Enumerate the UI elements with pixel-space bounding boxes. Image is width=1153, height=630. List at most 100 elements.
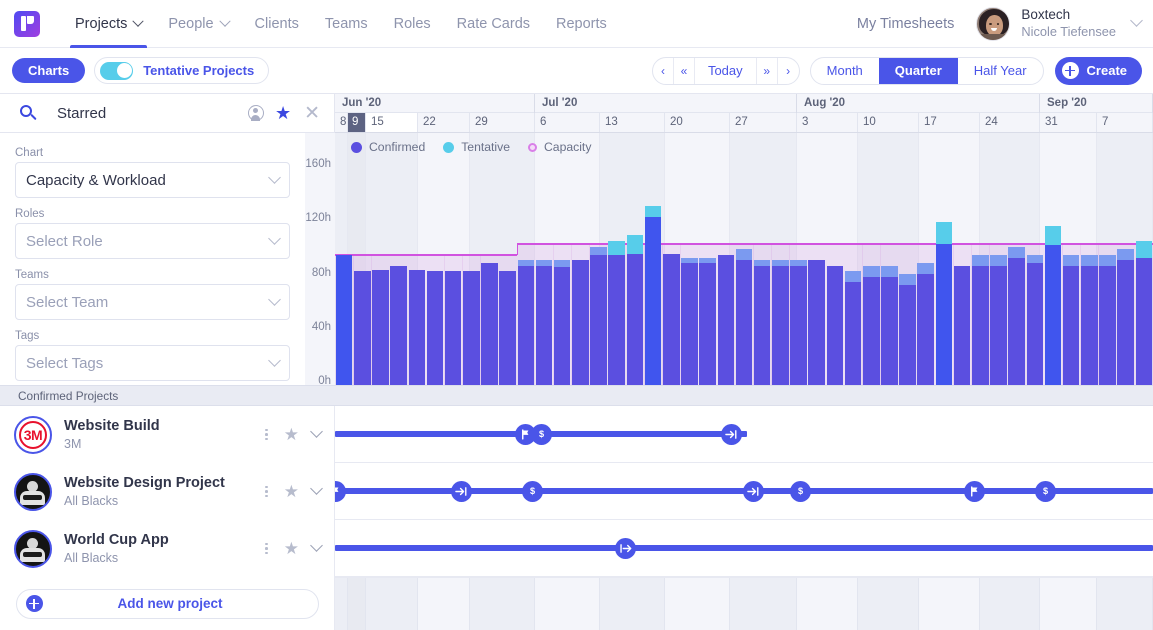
zoom-option-month[interactable]: Month <box>811 58 879 84</box>
add-new-project-button[interactable]: Add new project <box>15 588 319 619</box>
chart-bar[interactable] <box>808 133 825 385</box>
table-row[interactable]: 3M Website Build 3M ★ $ <box>0 406 1153 463</box>
chart-bar[interactable] <box>826 133 844 385</box>
search-input[interactable]: Starred <box>57 105 106 122</box>
chart-bar[interactable] <box>444 133 462 385</box>
prev-fast-button[interactable]: « <box>674 57 695 84</box>
today-button[interactable]: Today <box>695 57 757 84</box>
nav-item-roles[interactable]: Roles <box>381 0 444 48</box>
more-options-icon[interactable] <box>260 542 274 556</box>
chart-bar[interactable] <box>372 133 389 385</box>
chart-bar[interactable] <box>608 133 626 385</box>
tentative-projects-toggle[interactable]: Tentative Projects <box>94 57 270 84</box>
nav-item-clients[interactable]: Clients <box>242 0 312 48</box>
nav-item-projects[interactable]: Projects <box>62 0 155 48</box>
chart-bar[interactable] <box>772 133 789 385</box>
chart-bar[interactable] <box>335 133 353 385</box>
milestone-arrow-to-end-icon[interactable] <box>743 480 764 502</box>
create-button[interactable]: Create <box>1054 56 1142 85</box>
chart-bar[interactable] <box>517 133 535 385</box>
chart-bar[interactable] <box>535 133 553 385</box>
chart-bar[interactable] <box>1044 133 1062 385</box>
star-icon[interactable]: ★ <box>284 426 299 443</box>
milestone-dollar-icon[interactable]: $ <box>790 480 811 502</box>
star-icon[interactable]: ★ <box>284 540 299 557</box>
prev-button[interactable]: ‹ <box>653 57 674 84</box>
nav-item-reports[interactable]: Reports <box>543 0 620 48</box>
chart-bar[interactable] <box>663 133 680 385</box>
milestone-arrow-to-end-icon[interactable] <box>721 423 742 445</box>
milestone-dollar-icon[interactable]: $ <box>522 480 543 502</box>
chart-bar[interactable] <box>735 133 753 385</box>
chart-bar[interactable] <box>753 133 771 385</box>
milestone-dollar-icon[interactable]: $ <box>531 423 552 445</box>
chart-bar[interactable] <box>353 133 371 385</box>
chart-bar[interactable] <box>1081 133 1098 385</box>
project-timeline-track[interactable]: $ <box>335 406 1153 463</box>
toggle-switch[interactable] <box>100 61 134 80</box>
more-options-icon[interactable] <box>260 485 274 499</box>
chart-bar[interactable] <box>917 133 935 385</box>
chart-bar[interactable] <box>644 133 662 385</box>
nav-item-people[interactable]: People <box>155 0 241 48</box>
chart-bar[interactable] <box>426 133 444 385</box>
chart-bar[interactable] <box>1062 133 1080 385</box>
account-menu[interactable]: Boxtech Nicole Tiefensee <box>976 6 1143 41</box>
chart-bar[interactable] <box>681 133 698 385</box>
milestone-flag-icon[interactable] <box>964 480 985 502</box>
chart-bar[interactable] <box>790 133 807 385</box>
my-timesheets-link[interactable]: My Timesheets <box>857 16 955 32</box>
chart-bar[interactable] <box>390 133 407 385</box>
milestone-arrow-from-start-icon[interactable] <box>615 537 636 559</box>
chart-bar[interactable] <box>1026 133 1044 385</box>
star-icon[interactable]: ★ <box>275 104 291 122</box>
chart-bar[interactable] <box>990 133 1007 385</box>
chart-bar[interactable] <box>463 133 480 385</box>
chevron-down-icon[interactable] <box>310 482 323 495</box>
teams-select[interactable]: Select Team <box>15 284 290 320</box>
chart-bar[interactable] <box>844 133 862 385</box>
timeline-header[interactable]: Jun '20 Jul '20 Aug '20 Sep '20 8 9 15 22 29 6 13… <box>335 94 1153 133</box>
chart-bar[interactable] <box>935 133 953 385</box>
brand-logo-icon[interactable] <box>14 10 40 37</box>
chart-bar[interactable] <box>499 133 516 385</box>
roles-select[interactable]: Select Role <box>15 223 290 259</box>
table-row[interactable]: Website Design Project All Blacks ★ $ $ $ <box>0 463 1153 520</box>
chart-bar[interactable] <box>899 133 916 385</box>
chart-bar[interactable] <box>1099 133 1116 385</box>
milestone-arrow-to-end-icon[interactable] <box>451 480 472 502</box>
tags-select[interactable]: Select Tags <box>15 345 290 381</box>
table-row[interactable]: World Cup App All Blacks ★ <box>0 520 1153 577</box>
chart-bar[interactable] <box>408 133 426 385</box>
chart-bar[interactable] <box>699 133 716 385</box>
project-timeline-track[interactable]: $ $ $ <box>325 463 1153 520</box>
chart-bar[interactable] <box>481 133 498 385</box>
chart-bar[interactable] <box>590 133 607 385</box>
chart-bar[interactable] <box>572 133 589 385</box>
chart-bar[interactable] <box>881 133 898 385</box>
chart-bar[interactable] <box>1135 133 1153 385</box>
more-options-icon[interactable] <box>260 428 274 442</box>
zoom-option-half-year[interactable]: Half Year <box>958 58 1043 84</box>
chart-bar[interactable] <box>953 133 971 385</box>
nav-item-rate-cards[interactable]: Rate Cards <box>444 0 543 48</box>
person-icon[interactable] <box>247 105 264 121</box>
chart-bar[interactable] <box>862 133 880 385</box>
chart-bar[interactable] <box>972 133 989 385</box>
chart-bar[interactable] <box>717 133 735 385</box>
search-icon[interactable] <box>20 104 37 122</box>
charts-button[interactable]: Charts <box>12 58 86 83</box>
project-gantt-bar[interactable] <box>335 545 1153 551</box>
chart-select[interactable]: Capacity & Workload <box>15 162 290 198</box>
chart-bar[interactable] <box>1008 133 1025 385</box>
next-fast-button[interactable]: » <box>757 57 778 84</box>
chevron-down-icon[interactable] <box>310 539 323 552</box>
chart-bar[interactable] <box>553 133 571 385</box>
close-icon[interactable]: ✕ <box>304 104 320 123</box>
chevron-down-icon[interactable] <box>310 425 323 438</box>
star-icon[interactable]: ★ <box>284 483 299 500</box>
zoom-option-quarter[interactable]: Quarter <box>878 57 958 84</box>
chart-bar[interactable] <box>626 133 644 385</box>
nav-item-teams[interactable]: Teams <box>312 0 381 48</box>
next-button[interactable]: › <box>778 58 799 84</box>
